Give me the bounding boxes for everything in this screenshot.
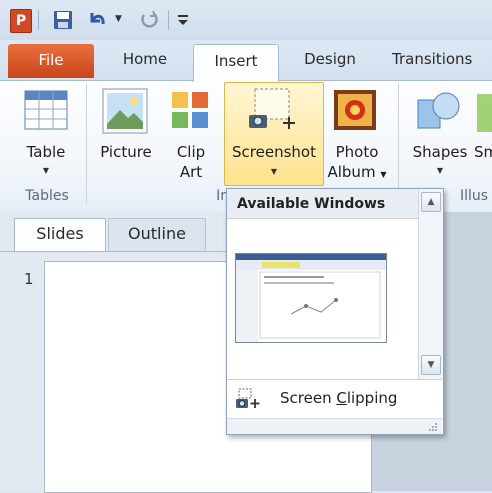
dropdown-scrollbar[interactable]: ▲ ▼: [418, 189, 443, 379]
tab-insert-label: Insert: [214, 52, 258, 70]
group-label-tables: Tables: [25, 188, 69, 204]
scroll-up-icon[interactable]: ▲: [421, 192, 441, 212]
photo-album-label-line1: Photo: [335, 143, 379, 161]
screen-clipping-accelerator: C: [336, 389, 347, 407]
clip-art-icon: [172, 92, 208, 128]
screenshot-button[interactable]: Screenshot ▼: [224, 82, 324, 186]
toolbar-separator: [38, 10, 39, 30]
shapes-button[interactable]: Shapes ▼: [406, 86, 474, 186]
table-label: Table: [26, 143, 66, 161]
tab-insert[interactable]: Insert: [193, 44, 279, 82]
save-icon[interactable]: [52, 9, 74, 31]
dropdown-resize-grip[interactable]: [227, 418, 442, 434]
smartart-icon[interactable]: [477, 94, 492, 132]
dropdown-divider: [227, 379, 442, 380]
undo-dropdown-icon[interactable]: ▼: [115, 14, 122, 24]
screen-clipping-label: Screen Clipping: [280, 389, 397, 407]
scroll-down-icon[interactable]: ▼: [421, 355, 441, 375]
screen-clipping-icon: [236, 388, 260, 408]
shapes-label: Shapes: [412, 143, 468, 161]
group-separator: [398, 84, 399, 204]
window-preview-icon: [236, 254, 386, 342]
clip-art-label-line1: Clip: [176, 143, 206, 161]
smartart-label[interactable]: Sm: [474, 142, 492, 162]
clip-art-label-line2: Art: [179, 163, 203, 181]
picture-button[interactable]: Picture: [94, 86, 158, 186]
tab-transitions[interactable]: Transitions: [392, 44, 492, 77]
photo-album-label-text: Album: [327, 163, 376, 181]
screenshot-dropdown: Available Windows ▲ ▼ Screen Clipping: [226, 188, 444, 435]
photo-album-icon: [334, 90, 376, 130]
group-separator: [86, 84, 87, 204]
screen-clipping-menu-item[interactable]: Screen Clipping: [227, 381, 442, 417]
chevron-down-icon: ▼: [436, 166, 444, 175]
quick-access-toolbar: P ▼: [0, 0, 492, 40]
chevron-down-icon: ▼: [270, 167, 278, 176]
chevron-down-icon: ▼: [42, 166, 50, 175]
shapes-icon: [417, 92, 460, 129]
picture-icon: [102, 88, 148, 134]
picture-label: Picture: [100, 143, 152, 161]
available-window-thumbnail[interactable]: [235, 253, 387, 343]
screenshot-label: Screenshot: [232, 143, 316, 161]
redo-icon[interactable]: [138, 9, 160, 31]
tab-design[interactable]: Design: [290, 44, 370, 77]
table-icon: [24, 90, 68, 130]
chevron-down-icon: ▼: [380, 170, 387, 179]
photo-album-label-line2: Album ▼: [326, 162, 388, 185]
screen-clipping-suffix: lipping: [346, 389, 398, 407]
customize-icon[interactable]: [172, 9, 194, 31]
photo-album-button[interactable]: Photo Album ▼: [326, 86, 388, 186]
screenshot-icon: [249, 88, 295, 129]
clip-art-button[interactable]: Clip Art: [166, 86, 216, 186]
tab-outline[interactable]: Outline: [108, 218, 206, 252]
screen-clipping-prefix: Screen: [280, 389, 337, 407]
undo-icon[interactable]: [86, 9, 108, 31]
toolbar-separator: [168, 10, 169, 30]
group-label-illustrations: Illus: [460, 188, 489, 204]
tab-file[interactable]: File: [8, 44, 94, 78]
available-windows-header: Available Windows: [227, 189, 419, 219]
resize-grip-icon[interactable]: [428, 422, 438, 432]
powerpoint-logo-icon[interactable]: P: [10, 9, 32, 33]
slide-number: 1: [24, 270, 34, 288]
tab-slides[interactable]: Slides: [14, 218, 106, 251]
table-button[interactable]: Table ▼: [18, 86, 74, 186]
tab-home[interactable]: Home: [108, 44, 182, 77]
